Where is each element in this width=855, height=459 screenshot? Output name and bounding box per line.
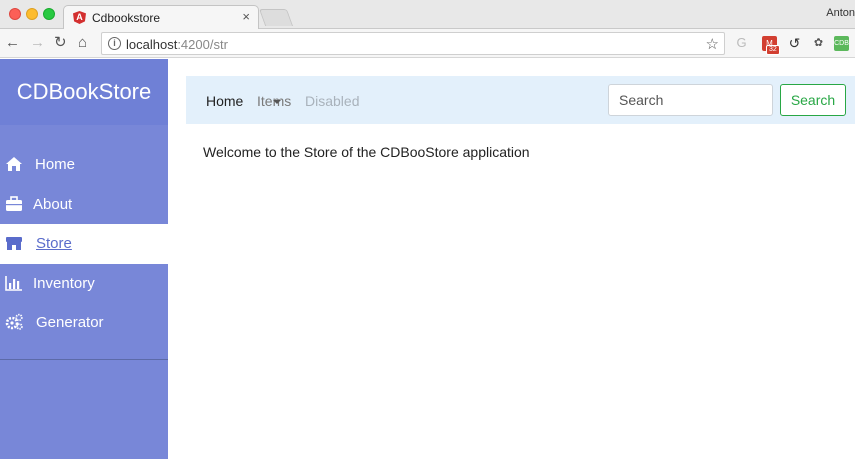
back-arrow-icon[interactable]: ← xyxy=(5,34,20,52)
search-button[interactable]: Search xyxy=(780,84,846,116)
nav-disabled-link: Disabled xyxy=(305,93,360,109)
profile-name[interactable]: Anton xyxy=(826,7,855,19)
home-icon[interactable]: ⌂ xyxy=(78,34,87,52)
zoom-window-button[interactable] xyxy=(43,8,55,20)
caret-down-icon xyxy=(273,100,281,104)
info-icon[interactable]: i xyxy=(108,37,121,50)
sync-extension-icon[interactable]: ↺ xyxy=(787,36,802,51)
tab-close-icon[interactable]: × xyxy=(242,9,250,24)
cdb-extension-icon[interactable]: CDB xyxy=(834,36,849,51)
address-bar[interactable]: i localhost:4200/str ☆ xyxy=(101,32,725,55)
sidebar-item-label: Generator xyxy=(36,314,104,331)
sidebar-item-inventory[interactable]: Inventory xyxy=(0,264,168,304)
browser-toolbar: ← → ↻ ⌂ i localhost:4200/str ☆ G M 32 ↺ … xyxy=(0,29,855,58)
new-tab-button[interactable] xyxy=(258,9,294,26)
search-input[interactable] xyxy=(608,84,773,116)
top-navbar: Home Items Disabled Search xyxy=(186,76,855,124)
home-icon xyxy=(6,157,22,171)
sidebar-item-home[interactable]: Home xyxy=(0,145,168,185)
google-extension-icon[interactable]: G xyxy=(734,35,749,50)
tab-title: Cdbookstore xyxy=(92,11,161,25)
sidebar: CDBookStore Home About Store Inventory G… xyxy=(0,59,168,459)
welcome-message: Welcome to the Store of the CDBooStore a… xyxy=(203,144,530,160)
url-host: localhost xyxy=(126,37,178,52)
url-text: localhost:4200/str xyxy=(126,37,228,52)
bar-chart-icon xyxy=(5,276,22,291)
sidebar-item-label: Inventory xyxy=(33,275,95,292)
bookmark-star-icon[interactable]: ☆ xyxy=(706,35,719,53)
sidebar-divider xyxy=(0,359,168,360)
url-path: :4200/str xyxy=(177,37,228,52)
gmail-count-badge: 32 xyxy=(766,45,780,55)
sidebar-item-about[interactable]: About xyxy=(0,185,168,225)
browser-tab-bar: A Cdbookstore × Anton xyxy=(0,0,855,30)
store-icon xyxy=(6,237,22,250)
sidebar-item-store[interactable]: Store xyxy=(0,224,168,264)
gears-icon xyxy=(5,313,23,330)
nav-home-link[interactable]: Home xyxy=(206,93,243,109)
forward-arrow-icon[interactable]: → xyxy=(30,34,45,52)
leaf-extension-icon[interactable]: ✿ xyxy=(811,36,826,51)
brand-title[interactable]: CDBookStore xyxy=(0,59,168,125)
sidebar-item-label: About xyxy=(33,196,73,213)
minimize-window-button[interactable] xyxy=(26,8,38,20)
briefcase-icon xyxy=(6,196,22,211)
angular-favicon-icon: A xyxy=(73,11,86,24)
browser-tab[interactable]: A Cdbookstore × xyxy=(63,5,259,30)
sidebar-item-generator[interactable]: Generator xyxy=(0,303,168,343)
close-window-button[interactable] xyxy=(9,8,21,20)
reload-icon[interactable]: ↻ xyxy=(54,34,67,52)
sidebar-item-label: Store xyxy=(36,235,72,252)
sidebar-item-label: Home xyxy=(35,156,76,173)
